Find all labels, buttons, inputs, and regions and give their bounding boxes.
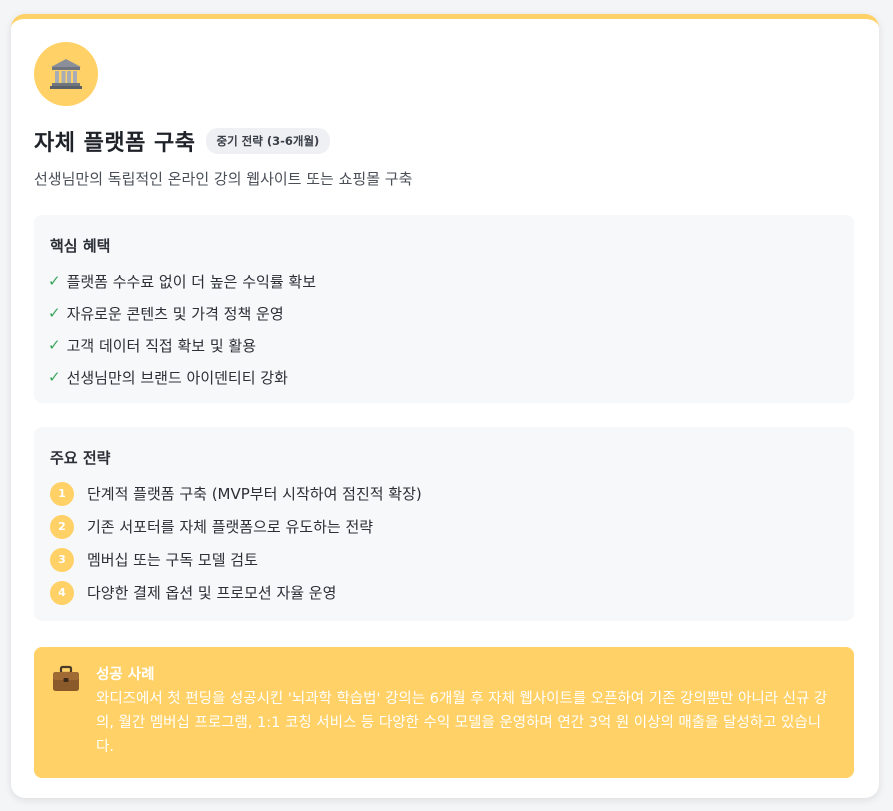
strategy-list: 1 단계적 플랫폼 구축 (MVP부터 시작하여 점진적 확장) 2 기존 서포… xyxy=(50,477,422,609)
check-icon: ✓ xyxy=(48,368,61,386)
step-number-badge: 4 xyxy=(50,580,74,605)
check-icon: ✓ xyxy=(48,272,61,290)
strategy-title: 주요 전략 xyxy=(50,449,111,467)
success-title: 성공 사례 xyxy=(96,667,155,683)
benefit-text: 플랫폼 수수료 없이 더 높은 수익률 확보 xyxy=(66,272,316,291)
duration-badge: 중기 전략 (3-6개월) xyxy=(205,128,331,154)
page-title: 자체 플랫폼 구축 xyxy=(34,131,196,156)
list-item: ✓ 고객 데이터 직접 확보 및 활용 xyxy=(48,329,316,361)
strategy-panel: 주요 전략 1 단계적 플랫폼 구축 (MVP부터 시작하여 점진적 확장) 2… xyxy=(34,427,854,621)
benefit-text: 고객 데이터 직접 확보 및 활용 xyxy=(66,336,257,355)
title-row: 자체 플랫폼 구축 중기 전략 (3-6개월) xyxy=(34,125,331,157)
step-number-badge: 2 xyxy=(50,514,74,539)
check-icon: ✓ xyxy=(48,304,61,322)
step-number-badge: 3 xyxy=(50,547,74,572)
strategy-text: 기존 서포터를 자체 플랫폼으로 유도하는 전략 xyxy=(87,518,374,536)
benefit-text: 선생님만의 브랜드 아이덴티티 강화 xyxy=(66,368,288,387)
strategy-text: 멤버십 또는 구독 모델 검토 xyxy=(87,551,258,569)
list-item: 4 다양한 결제 옵션 및 프로모션 자율 운영 xyxy=(50,576,422,609)
bank-icon-circle xyxy=(34,42,98,106)
list-item: 1 단계적 플랫폼 구축 (MVP부터 시작하여 점진적 확장) xyxy=(50,477,422,510)
benefits-panel: 핵심 혜택 ✓ 플랫폼 수수료 없이 더 높은 수익률 확보 ✓ 자유로운 콘텐… xyxy=(34,215,854,403)
page-subtitle: 선생님만의 독립적인 온라인 강의 웹사이트 또는 쇼핑몰 구축 xyxy=(34,170,413,188)
check-icon: ✓ xyxy=(48,336,61,354)
strategy-text: 단계적 플랫폼 구축 (MVP부터 시작하여 점진적 확장) xyxy=(87,485,422,503)
strategy-text: 다양한 결제 옵션 및 프로모션 자율 운영 xyxy=(87,584,337,602)
list-item: 3 멤버십 또는 구독 모델 검토 xyxy=(50,543,422,576)
briefcase-icon xyxy=(53,665,79,691)
step-number-badge: 1 xyxy=(50,481,74,506)
list-item: ✓ 플랫폼 수수료 없이 더 높은 수익률 확보 xyxy=(48,265,316,297)
list-item: ✓ 자유로운 콘텐츠 및 가격 정책 운영 xyxy=(48,297,316,329)
benefits-title: 핵심 혜택 xyxy=(50,237,111,255)
success-case-box: 성공 사례 와디즈에서 첫 펀딩을 성공시킨 '뇌과학 학습법' 강의는 6개월… xyxy=(34,647,854,778)
strategy-card: 자체 플랫폼 구축 중기 전략 (3-6개월) 선생님만의 독립적인 온라인 강… xyxy=(11,14,879,798)
bank-building-icon xyxy=(50,59,82,89)
benefit-text: 자유로운 콘텐츠 및 가격 정책 운영 xyxy=(66,304,284,323)
success-body: 와디즈에서 첫 펀딩을 성공시킨 '뇌과학 학습법' 강의는 6개월 후 자체 … xyxy=(96,691,828,755)
list-item: 2 기존 서포터를 자체 플랫폼으로 유도하는 전략 xyxy=(50,510,422,543)
list-item: ✓ 선생님만의 브랜드 아이덴티티 강화 xyxy=(48,361,316,393)
benefits-list: ✓ 플랫폼 수수료 없이 더 높은 수익률 확보 ✓ 자유로운 콘텐츠 및 가격… xyxy=(48,265,316,393)
